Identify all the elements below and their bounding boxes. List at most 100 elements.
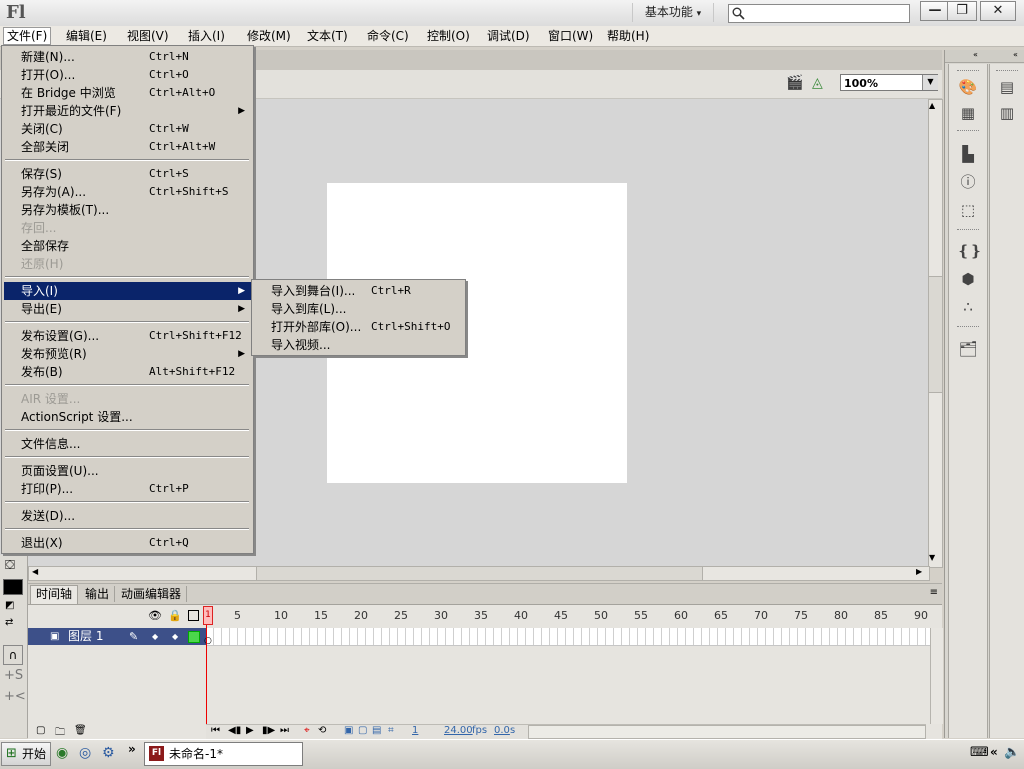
swatches-icon[interactable]: ▦ [957,102,979,124]
transform-icon[interactable]: ⬚ [957,199,979,221]
actions-icon[interactable]: ❴❵ [957,240,982,262]
frame-ruler[interactable]: 1 5 10 15 20 25 30 35 40 45 50 55 60 65 … [206,606,930,629]
menu-item-save-as[interactable]: 另存为(A)... Ctrl+Shift+S [4,183,251,201]
menu-item-publish-settings[interactable]: 发布设置(G)... Ctrl+Shift+F12 [4,327,251,345]
menu-item-close-all[interactable]: 全部关闭 Ctrl+Alt+W [4,138,251,156]
paint-bucket-icon[interactable]: ⛋ [5,558,15,573]
scroll-down-icon[interactable]: ▼ [929,553,935,562]
restore-button[interactable]: ❐ [947,1,977,21]
library-icon[interactable]: ▥ [996,102,1018,124]
menu-item-save[interactable]: 保存(S) Ctrl+S [4,165,251,183]
snap-magnet-icon[interactable]: ∩ [3,645,23,665]
next-frame-icon[interactable]: ▮▶ [262,725,275,736]
menu-item-publish-preview[interactable]: 发布预览(R) ▶ [4,345,251,363]
media-player-icon[interactable]: ◉ [56,745,68,761]
menu-item-page-setup[interactable]: 页面设置(U)... [4,462,251,480]
first-frame-icon[interactable]: ⏮ [211,725,220,736]
scroll-up-icon[interactable]: ▲ [929,101,935,110]
straighten-icon[interactable]: +< [4,689,26,704]
lock-dot[interactable]: ◆ [172,628,178,645]
taskbar-item-flash[interactable]: Fl 未命名-1* [144,742,303,766]
volume-icon[interactable]: 🔈 [1004,745,1020,760]
start-button[interactable]: ⊞ 开始 [1,742,51,766]
info-icon[interactable]: ⓘ [957,171,979,193]
layer-row[interactable]: ▣ 图层 1 ✎ ◆ ◆ [28,628,206,645]
menu-view[interactable]: 视图(V) [124,28,172,44]
tab-timeline[interactable]: 时间轴 [30,585,79,604]
edit-multiple-icon[interactable]: ▤ [372,725,381,736]
timeline-vertical-scrollbar[interactable] [930,628,943,724]
tray-chevron-icon[interactable]: « [990,745,998,759]
onion-outline-icon[interactable]: ▢ [358,725,367,736]
align-icon[interactable]: ▙ [957,143,979,165]
menu-item-send[interactable]: 发送(D)... [4,507,251,525]
vertical-scroll-thumb[interactable] [928,276,943,393]
menu-item-export[interactable]: 导出(E) ▶ [4,300,251,318]
search-input[interactable] [747,5,905,20]
menu-help[interactable]: 帮助(H) [604,28,652,44]
menu-item-exit[interactable]: 退出(X) Ctrl+Q [4,534,251,552]
outline-icon[interactable] [188,610,199,621]
properties-icon[interactable]: ▤ [996,76,1018,98]
horizontal-scroll-thumb[interactable] [256,566,703,581]
menu-item-save-all[interactable]: 全部保存 [4,237,251,255]
components-icon[interactable]: ⬢ [957,268,979,290]
panel-menu-icon[interactable]: ≡ [930,587,938,598]
menu-item-open-external-library[interactable]: 打开外部库(O)... Ctrl+Shift+O [254,318,463,336]
settings-gear-icon[interactable]: ⚙ [102,745,115,761]
fps-readout[interactable]: 24.00 [444,725,473,736]
lock-icon[interactable]: 🔒 [168,609,182,622]
last-frame-icon[interactable]: ⏭ [280,725,289,736]
menu-item-actionscript-settings[interactable]: ActionScript 设置... [4,408,251,426]
menu-file[interactable]: 文件(F) [3,27,52,45]
browser-icon[interactable]: ◎ [79,745,91,761]
menu-edit[interactable]: 编辑(E) [63,28,110,44]
search-box[interactable] [728,4,910,23]
new-layer-icon[interactable]: ▢ [36,725,45,736]
close-button[interactable]: ✕ [980,1,1016,21]
current-frame-readout[interactable]: 1 [412,725,418,736]
menu-window[interactable]: 窗口(W) [545,28,596,44]
outline-color-swatch[interactable] [188,631,200,643]
timeline-horizontal-scrollbar[interactable] [528,725,926,739]
prev-frame-icon[interactable]: ◀▮ [228,725,241,736]
menu-debug[interactable]: 调试(D) [484,28,533,44]
onion-skin-icon[interactable]: ▣ [344,725,353,736]
playhead-handle[interactable]: 1 [203,606,213,625]
stroke-color-swatch[interactable] [3,579,23,595]
menu-control[interactable]: 控制(O) [424,28,473,44]
menu-item-import-video[interactable]: 导入视频... [254,336,463,354]
keyboard-icon[interactable]: ⌨ [970,745,989,760]
swap-colors-icon[interactable]: ⇄ [5,617,13,628]
menu-item-open[interactable]: 打开(O)... Ctrl+O [4,66,251,84]
motion-presets-icon[interactable]: ∴ [957,296,979,318]
smooth-icon[interactable]: +S [4,668,23,683]
quicklaunch-chevron-icon[interactable]: » [128,742,136,756]
minimize-button[interactable]: — [920,1,950,21]
edit-symbols-icon[interactable]: ◬ [812,75,830,93]
menu-item-import-to-library[interactable]: 导入到库(L)... [254,300,463,318]
menu-text[interactable]: 文本(T) [304,28,351,44]
collapse-icon[interactable]: « [973,50,978,59]
eye-icon[interactable]: 👁 [148,609,162,622]
tab-motion-editor[interactable]: 动画编辑器 [116,586,188,602]
center-frame-icon[interactable]: ⌖ [304,725,310,736]
menu-commands[interactable]: 命令(C) [364,28,412,44]
play-icon[interactable]: ▶ [246,725,254,736]
chevron-down-icon[interactable]: ▼ [922,75,938,90]
menu-item-close[interactable]: 关闭(C) Ctrl+W [4,120,251,138]
delete-layer-icon[interactable]: 🗑 [74,725,87,736]
edit-scene-icon[interactable]: 🎬 [786,75,804,93]
frame-cells[interactable] [206,628,930,646]
loop-icon[interactable]: ⟲ [318,725,326,736]
color-palette-icon[interactable]: 🎨 [957,76,979,98]
menu-modify[interactable]: 修改(M) [244,28,294,44]
menu-item-file-info[interactable]: 文件信息... [4,435,251,453]
workspace-switcher[interactable]: 基本功能 ▾ [632,3,714,22]
menu-item-print[interactable]: 打印(P)... Ctrl+P [4,480,251,498]
menu-item-bridge[interactable]: 在 Bridge 中浏览 Ctrl+Alt+O [4,84,251,102]
scroll-right-icon[interactable]: ▶ [916,567,922,576]
visibility-dot[interactable]: ◆ [152,628,158,645]
menu-item-import-to-stage[interactable]: 导入到舞台(I)... Ctrl+R [254,282,463,300]
menu-item-import[interactable]: 导入(I) ▶ [4,282,251,300]
